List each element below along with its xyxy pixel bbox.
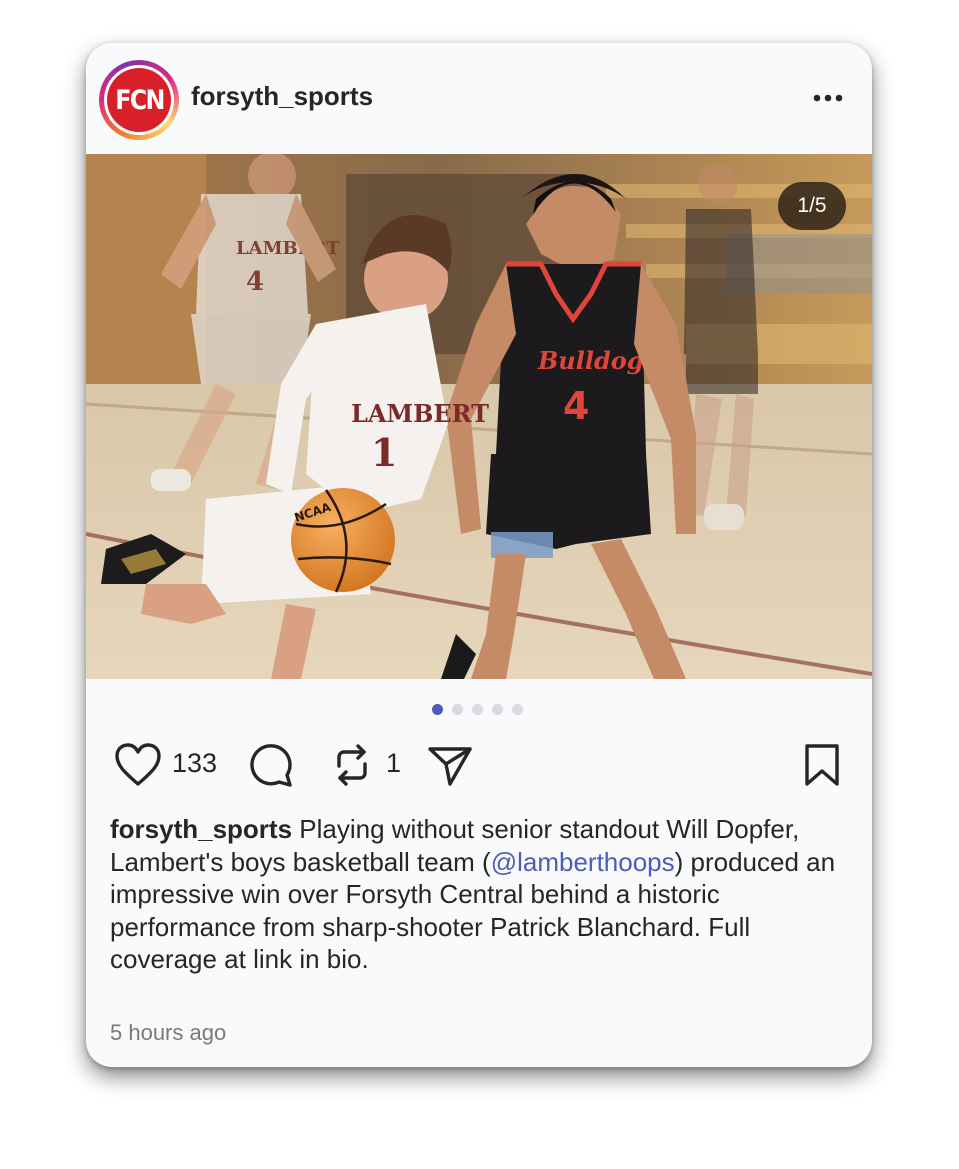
post-caption: forsyth_sports Playing without senior st… <box>110 813 850 976</box>
carousel-dot[interactable] <box>472 704 483 715</box>
more-icon[interactable] <box>808 83 848 113</box>
post-card: FCN forsyth_sports LAMBERT 4 Bulldogs 4 … <box>86 43 872 1067</box>
image-counter: 1/5 <box>778 182 846 230</box>
defender-jersey-number: 4 <box>563 384 589 428</box>
comment-icon[interactable] <box>248 742 294 793</box>
bg-jersey-number: 4 <box>246 267 264 297</box>
avatar[interactable]: FCN <box>99 60 179 140</box>
avatar-logo-text: FCN <box>114 84 165 116</box>
avatar-logo: FCN <box>107 68 171 132</box>
carousel-dot[interactable] <box>512 704 523 715</box>
carousel-dot[interactable] <box>432 704 443 715</box>
caption-username[interactable]: forsyth_sports <box>110 814 292 844</box>
bookmark-icon[interactable] <box>802 742 842 793</box>
carousel-dot[interactable] <box>452 704 463 715</box>
repost-icon[interactable] <box>331 742 373 793</box>
heart-icon[interactable] <box>114 742 162 793</box>
repost-count[interactable]: 1 <box>386 748 401 779</box>
caption-mention[interactable]: @lamberthoops <box>491 847 675 877</box>
like-count[interactable]: 133 <box>172 748 217 779</box>
carousel-dot[interactable] <box>492 704 503 715</box>
post-username[interactable]: forsyth_sports <box>191 81 373 112</box>
post-header: FCN forsyth_sports <box>86 43 872 154</box>
post-image[interactable]: LAMBERT 4 Bulldogs 4 LAMBERT 1 NCAA <box>86 154 872 679</box>
basketball: NCAA <box>291 488 395 593</box>
post-timestamp: 5 hours ago <box>110 1020 227 1045</box>
handler-jersey-number: 1 <box>371 430 397 475</box>
carousel-dots <box>432 704 523 715</box>
share-icon[interactable] <box>426 742 474 793</box>
handler-jersey-text: LAMBERT <box>351 399 489 428</box>
action-bar: 133 1 <box>86 740 872 790</box>
